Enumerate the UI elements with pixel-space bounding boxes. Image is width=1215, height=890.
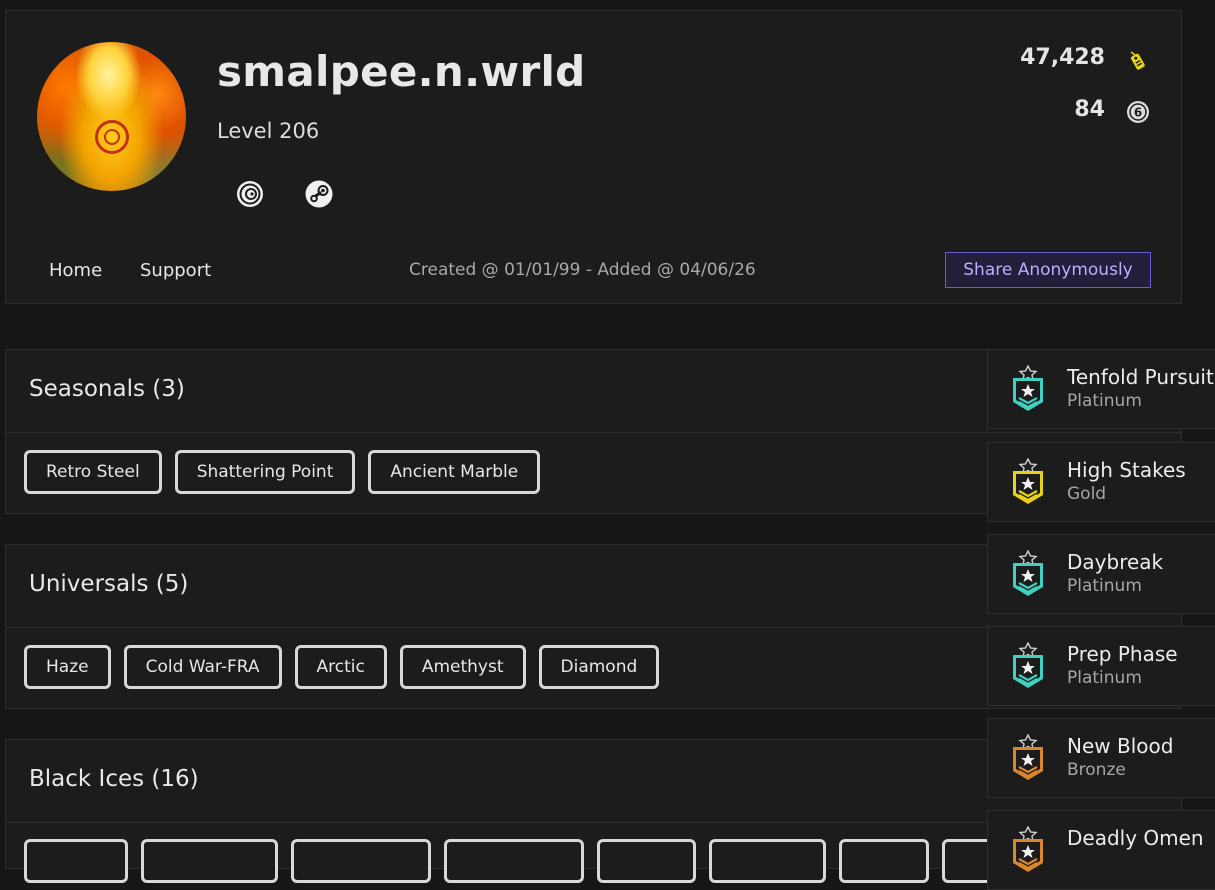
renown-tag-icon [1126, 49, 1150, 73]
avatar-detail-inner [104, 129, 120, 145]
challenge-name: Tenfold Pursuit [1067, 365, 1214, 389]
ubisoft-icon[interactable] [235, 179, 265, 209]
r6-credits-count: 84 [1074, 97, 1105, 122]
challenge-name: Daybreak [1067, 550, 1164, 574]
svg-text:6: 6 [1134, 106, 1142, 120]
challenge-card[interactable]: Tenfold Pursuit Platinum [987, 349, 1215, 429]
rank-badge-icon [1005, 825, 1051, 874]
rank-badge-icon [1005, 549, 1051, 598]
challenge-tier: Platinum [1067, 576, 1142, 596]
chip-cold-war-fra[interactable]: Cold War-FRA [123, 645, 282, 689]
section-title: Universals (5) [29, 571, 189, 597]
challenge-tier: Platinum [1067, 391, 1142, 411]
avatar [37, 42, 186, 191]
chip-shattering-point[interactable]: Shattering Point [174, 450, 356, 494]
chip[interactable] [597, 839, 696, 883]
profile-card: smalpee.n.wrld Level 206 47,428 84 6 Hom… [5, 10, 1182, 304]
share-anonymously-button[interactable]: Share Anonymously [945, 252, 1151, 288]
challenge-tier: Gold [1067, 484, 1107, 504]
nav-support-link[interactable]: Support [140, 260, 211, 281]
created-added-dates: Created @ 01/01/99 - Added @ 04/06/26 [409, 260, 756, 280]
chip-amethyst[interactable]: Amethyst [399, 645, 526, 689]
chip-list: Retro Steel Shattering Point Ancient Mar… [24, 450, 541, 494]
chip[interactable] [24, 839, 128, 883]
chip-list [24, 839, 1002, 883]
chip[interactable] [839, 839, 929, 883]
challenge-name: High Stakes [1067, 458, 1186, 482]
chip[interactable] [141, 839, 278, 883]
chip[interactable] [291, 839, 431, 883]
rank-badge-icon [1005, 457, 1051, 506]
chip-list: Haze Cold War-FRA Arctic Amethyst Diamon… [24, 645, 660, 689]
rank-badge-icon [1005, 641, 1051, 690]
chip[interactable] [709, 839, 826, 883]
steam-icon[interactable] [304, 179, 334, 209]
section-title: Seasonals (3) [29, 376, 185, 402]
challenge-name: Prep Phase [1067, 642, 1178, 666]
challenge-card[interactable]: Deadly Omen [987, 810, 1215, 890]
challenge-card[interactable]: Daybreak Platinum [987, 534, 1215, 614]
challenge-tier: Bronze [1067, 760, 1126, 780]
chip-arctic[interactable]: Arctic [294, 645, 387, 689]
section-title: Black Ices (16) [29, 766, 199, 792]
rank-badge-icon [1005, 364, 1051, 413]
challenge-card[interactable]: High Stakes Gold [987, 442, 1215, 522]
renown-count: 47,428 [1020, 45, 1105, 70]
challenge-card[interactable]: Prep Phase Platinum [987, 626, 1215, 706]
challenge-card[interactable]: New Blood Bronze [987, 718, 1215, 798]
player-level: Level 206 [217, 119, 320, 143]
r6-credits-icon: 6 [1126, 100, 1150, 124]
chip-retro-steel[interactable]: Retro Steel [24, 450, 162, 494]
nav-home-link[interactable]: Home [49, 260, 102, 281]
chip-ancient-marble[interactable]: Ancient Marble [368, 450, 541, 494]
challenge-name: Deadly Omen [1067, 826, 1204, 850]
challenge-name: New Blood [1067, 734, 1174, 758]
chip-diamond[interactable]: Diamond [538, 645, 660, 689]
challenge-tier: Platinum [1067, 668, 1142, 688]
chip[interactable] [444, 839, 584, 883]
username: smalpee.n.wrld [217, 47, 586, 96]
chip-haze[interactable]: Haze [24, 645, 111, 689]
rank-badge-icon [1005, 733, 1051, 782]
